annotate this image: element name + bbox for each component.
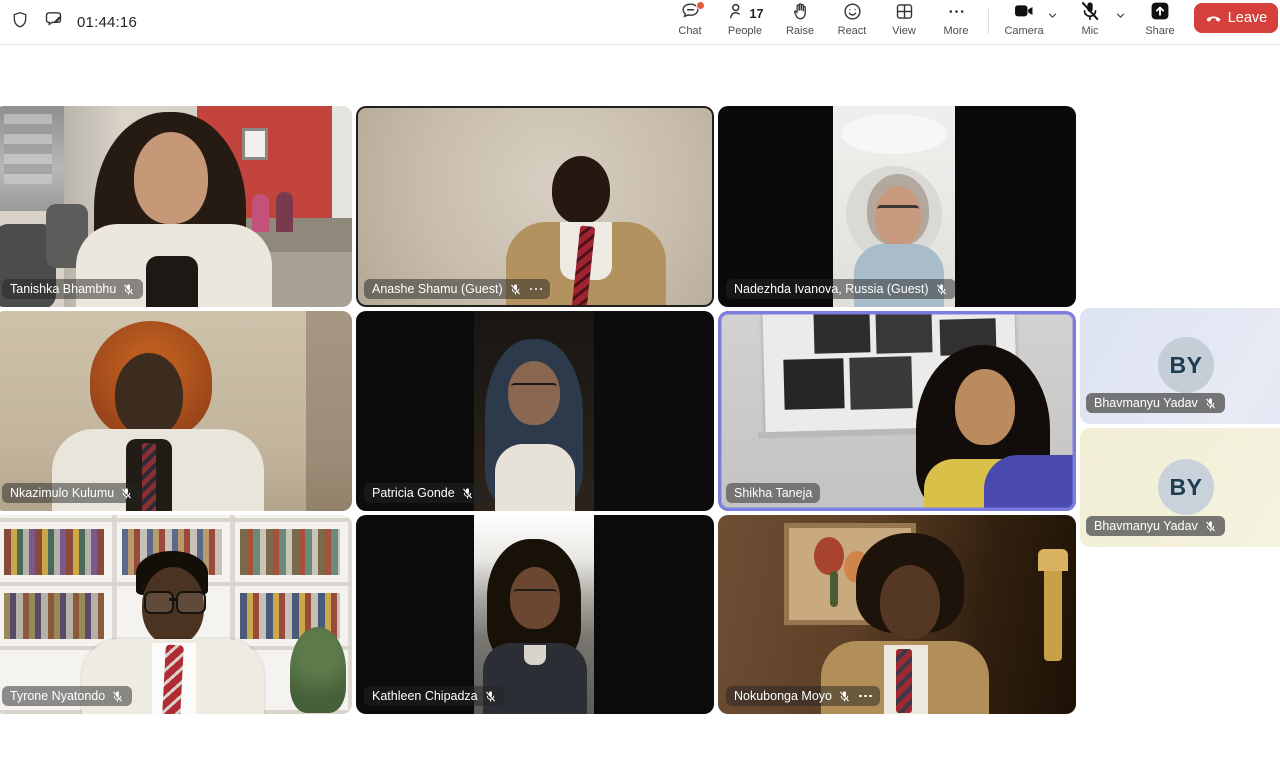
participant-name: Patricia Gonde (372, 486, 455, 500)
camera-button[interactable]: Camera (1002, 2, 1046, 37)
name-tag: Nkazimulo Kulumu (2, 483, 141, 503)
participant-name: Bhavmanyu Yadav (1094, 519, 1198, 533)
muted-mic-icon (838, 690, 851, 703)
muted-mic-icon (461, 487, 474, 500)
more-options-button[interactable] (530, 288, 543, 291)
participant-name: Anashe Shamu (Guest) (372, 282, 503, 296)
participant-name: Tanishka Bhambhu (10, 282, 116, 296)
name-tag: Patricia Gonde (364, 483, 482, 503)
share-screen-icon (1149, 0, 1171, 27)
view-button[interactable]: View (878, 2, 930, 37)
video-placeholder (356, 515, 714, 714)
people-button[interactable]: 17 People (716, 2, 774, 37)
name-tag: Nokubonga Moyo (726, 686, 880, 706)
react-smiley-icon (842, 1, 863, 27)
toolbar-left: 01:44:16 (10, 0, 137, 44)
lamp (1044, 561, 1062, 661)
people-icon (727, 1, 748, 27)
video-tile-shikha-taneja[interactable]: Shikha Taneja (718, 311, 1076, 511)
video-tile-patricia-gonde[interactable]: Patricia Gonde (356, 311, 714, 511)
avatar-initials: BY (1158, 337, 1214, 393)
view-grid-icon (894, 1, 915, 27)
participant-name: Kathleen Chipadza (372, 689, 478, 703)
video-placeholder (718, 515, 1076, 714)
muted-mic-icon (122, 283, 135, 296)
video-placeholder (356, 311, 714, 511)
video-tile-nokubonga-moyo[interactable]: Nokubonga Moyo (718, 515, 1076, 714)
more-ellipsis-icon (946, 1, 967, 27)
leave-button[interactable]: Leave (1194, 3, 1278, 33)
video-tile-tyrone-nyatondo[interactable]: Tyrone Nyatondo (0, 515, 352, 714)
more-button[interactable]: More (930, 2, 982, 37)
notes-icon[interactable] (43, 9, 64, 35)
security-shield-icon[interactable] (10, 10, 30, 35)
react-button[interactable]: React (826, 2, 878, 37)
name-tag: Tyrone Nyatondo (2, 686, 132, 706)
participant-name: Nokubonga Moyo (734, 689, 832, 703)
share-button[interactable]: Share (1138, 2, 1182, 37)
muted-mic-icon (935, 283, 948, 296)
more-label: More (943, 25, 968, 37)
react-label: React (838, 25, 867, 37)
video-tile-tanishka-bhambhu[interactable]: Tanishka Bhambhu (0, 106, 352, 307)
phone-handset-icon (1205, 10, 1222, 27)
video-tile-bhavmanyu-yadav-2[interactable]: BY Bhavmanyu Yadav (1080, 428, 1280, 547)
camera-icon (1013, 0, 1035, 27)
name-tag: Shikha Taneja (726, 483, 820, 503)
camera-chevron-down-icon[interactable] (1047, 8, 1058, 26)
muted-mic-icon (1204, 520, 1217, 533)
muted-mic-icon (111, 690, 124, 703)
avatar-initials: BY (1158, 459, 1214, 515)
video-placeholder (0, 311, 352, 511)
chat-notification-dot (696, 1, 705, 10)
video-tile-nkazimulo-kulumu[interactable]: Nkazimulo Kulumu (0, 311, 352, 511)
muted-mic-icon (484, 690, 497, 703)
participant-name: Tyrone Nyatondo (10, 689, 105, 703)
name-tag: Bhavmanyu Yadav (1086, 393, 1225, 413)
video-tile-bhavmanyu-yadav-1[interactable]: BY Bhavmanyu Yadav (1080, 308, 1280, 424)
video-placeholder (718, 311, 1076, 511)
video-placeholder (356, 106, 714, 307)
participant-name: Shikha Taneja (734, 486, 812, 500)
toolbar-divider (988, 9, 989, 34)
raise-hand-icon (790, 1, 811, 27)
video-placeholder (718, 106, 1076, 307)
name-tag: Bhavmanyu Yadav (1086, 516, 1225, 536)
participant-name: Bhavmanyu Yadav (1094, 396, 1198, 410)
mic-button[interactable]: Mic (1070, 2, 1110, 37)
meeting-toolbar: 01:44:16 Chat 17 People Raise (0, 0, 1280, 45)
muted-mic-icon (1204, 397, 1217, 410)
muted-mic-icon (120, 487, 133, 500)
video-placeholder (0, 515, 352, 714)
muted-mic-icon (509, 283, 522, 296)
video-tile-kathleen-chipadza[interactable]: Kathleen Chipadza (356, 515, 714, 714)
meeting-timer: 01:44:16 (77, 14, 137, 31)
participant-name: Nadezhda Ivanova, Russia (Guest) (734, 282, 929, 296)
name-tag: Nadezhda Ivanova, Russia (Guest) (726, 279, 956, 299)
raise-hand-button[interactable]: Raise (774, 2, 826, 37)
video-tile-anashe-shamu[interactable]: Anashe Shamu (Guest) (356, 106, 714, 307)
video-placeholder (0, 106, 352, 307)
plant (290, 627, 346, 713)
more-options-button[interactable] (859, 695, 872, 698)
name-tag: Tanishka Bhambhu (2, 279, 143, 299)
participant-name: Nkazimulo Kulumu (10, 486, 114, 500)
view-label: View (892, 25, 916, 37)
people-count: 17 (750, 7, 764, 21)
mic-chevron-down-icon[interactable] (1115, 8, 1126, 26)
leave-label: Leave (1228, 10, 1268, 26)
video-tile-nadezhda-ivanova[interactable]: Nadezhda Ivanova, Russia (Guest) (718, 106, 1076, 307)
name-tag: Anashe Shamu (Guest) (364, 279, 550, 299)
raise-label: Raise (786, 25, 814, 37)
chat-button[interactable]: Chat (664, 2, 716, 37)
mic-muted-icon (1079, 0, 1101, 27)
toolbar-center: Chat 17 People Raise React View (664, 2, 982, 37)
people-label: People (728, 25, 762, 37)
name-tag: Kathleen Chipadza (364, 686, 505, 706)
chat-label: Chat (678, 25, 701, 37)
